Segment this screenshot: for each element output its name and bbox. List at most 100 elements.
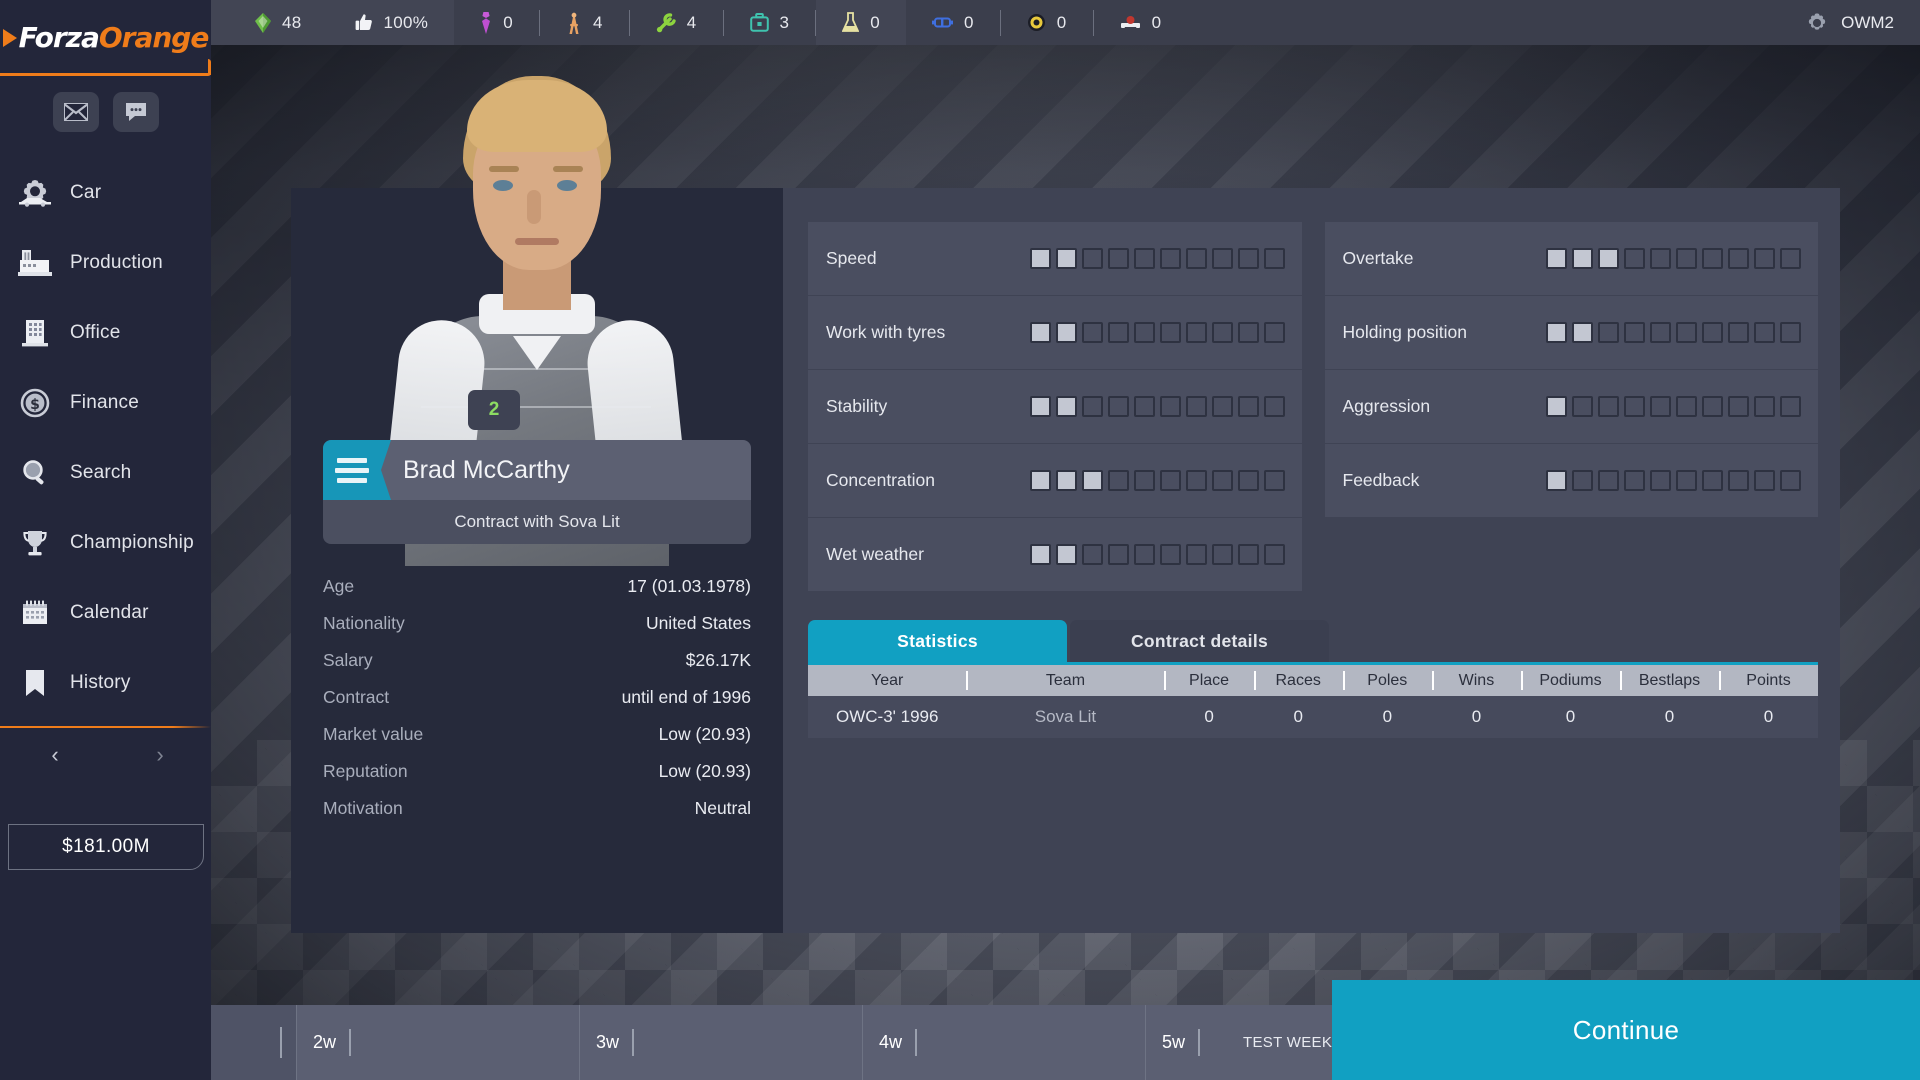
resource-tyres[interactable]: 0 [1001,0,1093,45]
team-balance[interactable]: $181.00M [8,824,204,870]
sidebar-item-office[interactable]: Office [0,298,211,368]
info-row-motivation: Motivation Neutral [323,790,751,827]
app-logo[interactable]: Forza Orange [0,0,211,76]
skill-row: Aggression [1324,370,1818,443]
table-cell-year: OWC-3' 1996 [835,707,939,726]
skill-row: Wet weather [808,518,1302,591]
resource-chassis[interactable]: 0 [906,0,1000,45]
skill-row: Overtake [1324,222,1818,295]
timeline-week-label: 4w [879,1032,903,1052]
skill-pip [1055,544,1077,565]
topbar-user-area[interactable]: OWM2 [1783,0,1920,45]
logo-text-a: Forza [18,21,100,54]
driver-rank-badge: 2 [468,390,520,430]
continue-button[interactable]: Continue [1332,980,1920,1080]
skills-column-left: Speed Work with tyres Stability Concentrati… [808,222,1302,592]
info-key: Age [323,576,355,596]
skill-name: Wet weather [826,544,924,564]
skill-pip [1029,248,1051,269]
skill-pip [1263,322,1285,343]
sidebar-item-search[interactable]: Search [0,438,211,508]
skill-name: Aggression [1342,396,1431,416]
resource-tie[interactable]: 0 [454,0,539,45]
resource-mechanic[interactable]: 4 [630,0,723,45]
table-header-cell[interactable]: Team [966,665,1164,696]
skill-pip [1650,322,1671,343]
svg-text:$: $ [30,397,40,413]
gear-icon[interactable] [1805,11,1829,35]
skill-pip [1546,322,1567,343]
skill-pip [1572,396,1593,417]
table-row[interactable]: OWC-3' 1996 Sova Lit 0 0 0 0 0 0 0 [808,696,1818,738]
skill-pip [1598,470,1619,491]
skill-pip [1211,470,1233,491]
skill-pip [1598,396,1619,417]
skill-pip [1081,248,1103,269]
chat-button[interactable] [112,92,159,132]
skill-pip [1029,396,1051,417]
table-header-cell[interactable]: Bestlaps [1620,665,1719,696]
mail-icon [62,102,89,122]
skill-pip [1055,470,1077,491]
table-header-cell[interactable]: Wins [1431,665,1521,696]
resource-morale[interactable]: 100% [328,0,455,45]
timeline-week-4[interactable]: 4w [862,1005,1145,1080]
sidebar-item-finance[interactable]: $ Finance [0,368,211,438]
timeline-week-3[interactable]: 3w [579,1005,862,1080]
sidebar-item-history[interactable]: History [0,648,211,718]
sidebar-item-calendar[interactable]: Calendar [0,578,211,648]
skill-pip [1702,322,1723,343]
skill-pip [1107,544,1129,565]
resource-engine[interactable]: 0 [1094,0,1188,45]
tab-contract-details[interactable]: Contract details [1070,620,1329,662]
skill-pip [1159,248,1181,269]
info-row-market-value: Market value Low (20.93) [323,716,751,753]
sidebar-item-production[interactable]: Production [0,228,211,298]
table-header-cell[interactable]: Year [808,665,966,696]
skill-pip [1237,396,1259,417]
timeline-week-2[interactable]: 2w [296,1005,579,1080]
skill-pip [1780,248,1801,269]
skill-row: Speed [808,222,1302,295]
left-sidebar: Forza Orange Car Production Office $ Fin… [0,0,211,1080]
skill-pips [1029,322,1285,343]
table-header-cell[interactable]: Poles [1342,665,1432,696]
skill-pip [1159,470,1181,491]
skill-pip [1263,248,1285,269]
table-header-cell[interactable]: Points [1719,665,1818,696]
table-header-cell[interactable]: Races [1253,665,1343,696]
mail-button[interactable] [52,92,99,132]
skill-pip [1107,396,1129,417]
sidebar-prev-button[interactable]: ‹ [40,740,70,770]
info-row-salary: Salary $26.17K [323,642,751,679]
tie-icon [480,11,492,34]
skill-pip [1624,248,1645,269]
skill-pip [1624,396,1645,417]
table-header-cell[interactable]: Podiums [1520,665,1620,696]
skills-column-right: Overtake Holding position Aggression Feedba… [1324,222,1818,592]
resource-tie-value: 0 [503,12,513,32]
tab-statistics[interactable]: Statistics [808,620,1067,662]
driver-name-bar[interactable]: Brad McCarthy [323,440,751,500]
chat-icon [124,101,148,123]
skill-pip [1572,248,1593,269]
skill-pip [1780,322,1801,343]
resource-designer[interactable]: 4 [540,0,629,45]
resource-research[interactable]: 0 [816,0,906,45]
sidebar-item-car[interactable]: Car [0,158,211,228]
resource-manager[interactable]: 3 [724,0,816,45]
skill-pip [1211,248,1233,269]
skill-pip [1081,544,1103,565]
sidebar-item-championship[interactable]: Championship [0,508,211,578]
table-cell-team: Sova Lit [1034,707,1097,726]
skill-pip [1133,396,1155,417]
resource-designer-value: 4 [592,12,603,32]
sidebar-next-button[interactable]: › [145,740,175,770]
table-header-cell[interactable]: Place [1164,665,1253,696]
stats-tabs: Statistics Contract details [808,620,1329,662]
resource-gem[interactable]: 48 [229,0,328,45]
skill-pip [1572,470,1593,491]
skill-pip [1676,396,1697,417]
skill-name: Concentration [826,470,935,490]
statistics-table: Year Team Place Races Poles Wins Podiums Bestla… [808,662,1818,738]
